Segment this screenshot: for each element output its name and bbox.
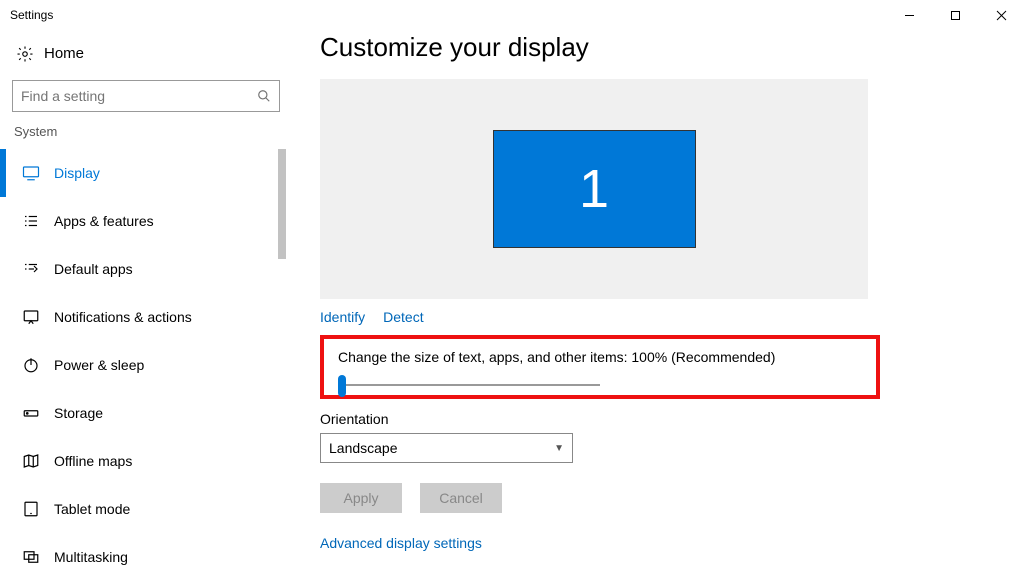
sidebar-item-label: Apps & features (54, 213, 154, 229)
orientation-label: Orientation (320, 411, 984, 427)
monitor-thumbnail[interactable]: 1 (493, 130, 696, 248)
maximize-icon (950, 10, 961, 21)
sidebar-item-display[interactable]: Display (10, 149, 282, 197)
page-title: Customize your display (320, 32, 984, 63)
scale-slider[interactable] (338, 375, 600, 381)
apply-button-label: Apply (343, 490, 378, 506)
chevron-down-icon: ▼ (554, 443, 564, 454)
action-buttons: Apply Cancel (320, 483, 984, 513)
notifications-icon (22, 308, 40, 326)
search-input[interactable] (21, 88, 257, 104)
defaults-icon (22, 260, 40, 278)
sidebar-item-label: Display (54, 165, 100, 181)
minimize-icon (904, 10, 915, 21)
gear-icon (16, 45, 32, 61)
advanced-display-settings-link[interactable]: Advanced display settings (320, 535, 984, 551)
close-icon (996, 10, 1007, 21)
close-button[interactable] (978, 0, 1024, 30)
sidebar-item-apps-features[interactable]: Apps & features (10, 197, 282, 245)
window-titlebar: Settings (0, 0, 1024, 30)
window-controls (886, 0, 1024, 30)
sidebar-item-label: Offline maps (54, 453, 132, 469)
orientation-select[interactable]: Landscape ▼ (320, 433, 573, 463)
scale-label: Change the size of text, apps, and other… (338, 349, 862, 365)
map-icon (22, 452, 40, 470)
sidebar-scrollbar[interactable] (276, 149, 286, 529)
orientation-value: Landscape (329, 440, 398, 456)
list-icon (22, 212, 40, 230)
sidebar-item-default-apps[interactable]: Default apps (10, 245, 282, 293)
power-icon (22, 356, 40, 374)
cancel-button[interactable]: Cancel (420, 483, 502, 513)
slider-thumb[interactable] (338, 375, 346, 397)
storage-icon (22, 404, 40, 422)
maximize-button[interactable] (932, 0, 978, 30)
sidebar-item-label: Default apps (54, 261, 133, 277)
identify-link[interactable]: Identify (320, 309, 365, 325)
display-icon (22, 164, 40, 182)
sidebar: Home System Display Apps & features Defa… (0, 30, 292, 576)
detect-link[interactable]: Detect (383, 309, 423, 325)
multitask-icon (22, 548, 40, 566)
sidebar-item-tablet-mode[interactable]: Tablet mode (10, 485, 282, 533)
sidebar-item-power-sleep[interactable]: Power & sleep (10, 341, 282, 389)
monitor-number: 1 (579, 158, 609, 220)
search-icon (257, 89, 271, 103)
apply-button[interactable]: Apply (320, 483, 402, 513)
cancel-button-label: Cancel (439, 490, 483, 506)
content-pane: Customize your display 1 Identify Detect… (292, 30, 1024, 576)
sidebar-item-label: Storage (54, 405, 103, 421)
scale-highlight-box: Change the size of text, apps, and other… (320, 335, 880, 399)
window-title: Settings (10, 8, 53, 22)
slider-track (338, 384, 600, 386)
minimize-button[interactable] (886, 0, 932, 30)
monitor-preview-area[interactable]: 1 (320, 79, 868, 299)
sidebar-item-label: Notifications & actions (54, 309, 192, 325)
display-action-links: Identify Detect (320, 309, 984, 325)
sidebar-item-notifications[interactable]: Notifications & actions (10, 293, 282, 341)
sidebar-item-multitasking[interactable]: Multitasking (10, 533, 282, 576)
sidebar-nav: Display Apps & features Default apps Not… (10, 149, 282, 576)
nav-home[interactable]: Home (10, 30, 282, 76)
sidebar-item-label: Tablet mode (54, 501, 130, 517)
tablet-icon (22, 500, 40, 518)
sidebar-item-label: Power & sleep (54, 357, 144, 373)
sidebar-section-label: System (10, 124, 282, 149)
sidebar-item-offline-maps[interactable]: Offline maps (10, 437, 282, 485)
sidebar-item-label: Multitasking (54, 549, 128, 565)
search-box[interactable] (12, 80, 280, 112)
scroll-thumb[interactable] (278, 149, 286, 259)
sidebar-item-storage[interactable]: Storage (10, 389, 282, 437)
nav-home-label: Home (44, 45, 84, 62)
